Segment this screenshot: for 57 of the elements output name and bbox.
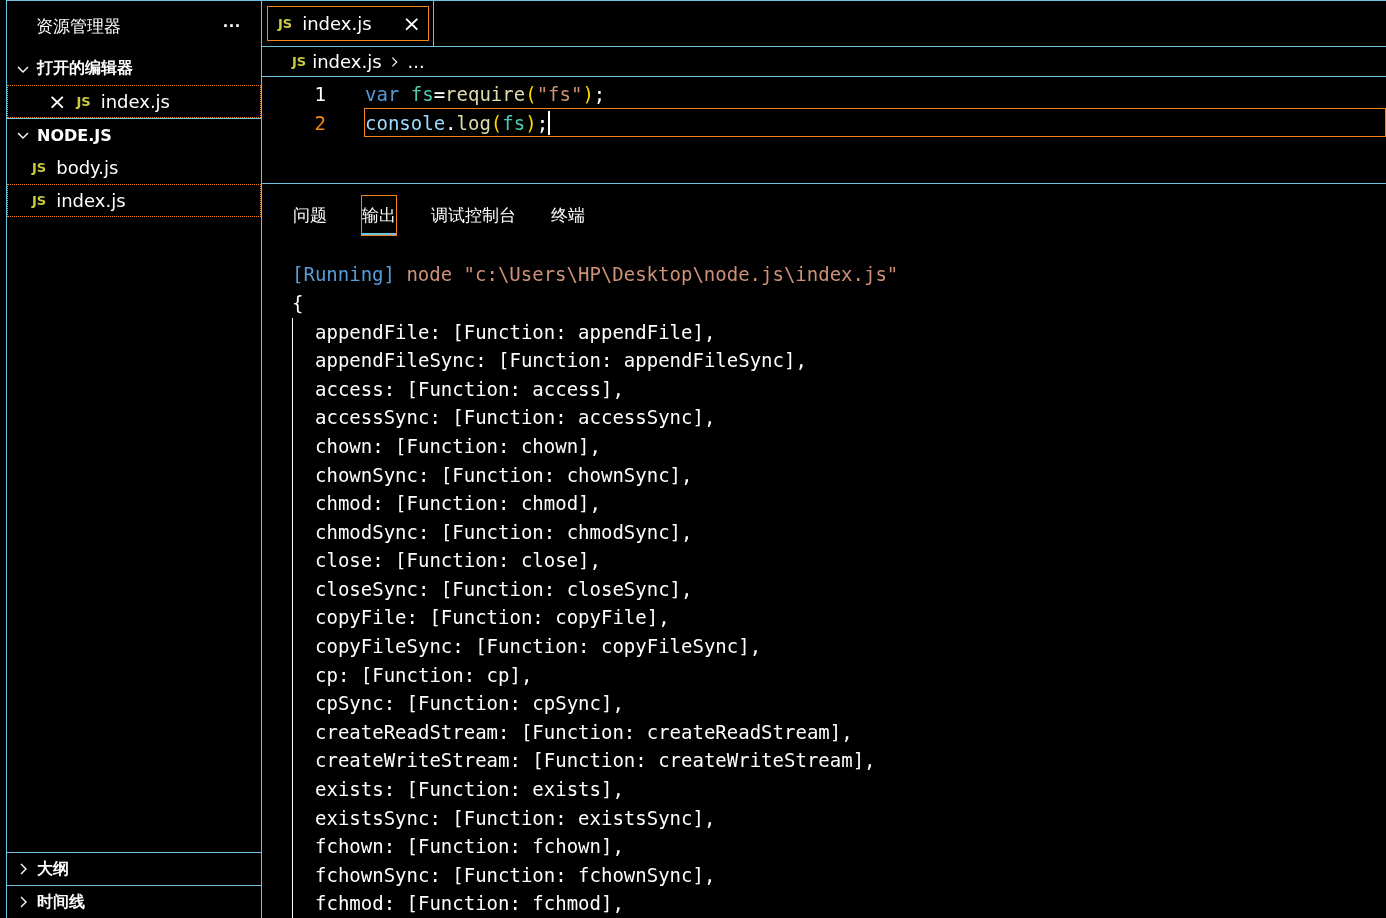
output-line: { — [292, 291, 304, 314]
output-line: closeSync: [Function: closeSync], — [315, 577, 693, 600]
js-label: JS — [32, 160, 47, 175]
output-line: chmod: [Function: chmod], — [315, 492, 601, 515]
output-line: exists: [Function: exists], — [315, 778, 624, 801]
output-line: close: [Function: close], — [315, 549, 601, 572]
file-item[interactable]: JS body.js — [7, 151, 261, 184]
output-line: chownSync: [Function: chownSync], — [315, 463, 693, 486]
output-line: cpSync: [Function: cpSync], — [315, 692, 624, 715]
output-line: [Running] node "c:\Users\HP\Desktop\node.js\index.js" — [292, 263, 899, 286]
line-number: 2 — [313, 111, 326, 134]
js-label: JS — [76, 94, 91, 109]
output-line: cp: [Function: cp], — [315, 663, 533, 686]
more-button[interactable]: ··· — [223, 16, 241, 37]
sidebar-title: 资源管理器 — [36, 15, 121, 38]
line-number: 1 — [313, 82, 326, 105]
panel-tab[interactable]: 调试控制台 — [430, 194, 517, 236]
breadcrumb-item[interactable]: index.js — [312, 51, 382, 73]
output-line: copyFileSync: [Function: copyFileSync], — [315, 635, 762, 658]
output-line: createWriteStream: [Function: createWriteStream], — [315, 749, 876, 772]
code-line: var fs=require("fs"); — [364, 81, 607, 107]
close-button[interactable]: × — [402, 12, 421, 35]
output-line: fchown: [Function: fchown], — [315, 835, 624, 858]
tab-label: index.js — [302, 13, 372, 34]
breadcrumb-item[interactable]: ... — [407, 51, 425, 73]
section-label: 打开的编辑器 — [37, 58, 133, 79]
section-header[interactable]: 时间线 — [7, 885, 261, 918]
file-name: index.js — [100, 91, 170, 112]
panel-tab[interactable]: 终端 — [550, 194, 586, 236]
output-line: appendFileSync: [Function: appendFileSync], — [315, 349, 807, 372]
output-line: createReadStream: [Function: createReadStream], — [315, 720, 853, 743]
output-line: fchmod: [Function: fchmod], — [315, 892, 624, 915]
output-line: fchownSync: [Function: fchownSync], — [315, 863, 716, 886]
section-header[interactable]: NODE.JS — [7, 118, 261, 151]
output-line: chmodSync: [Function: chmodSync], — [315, 520, 693, 543]
section-label: 大纲 — [37, 858, 69, 880]
close-button[interactable]: × — [48, 90, 67, 113]
js-label: JS — [32, 193, 47, 208]
output-line: chown: [Function: chown], — [315, 434, 601, 457]
panel-tab[interactable]: 问题 — [292, 194, 328, 236]
output-line: appendFile: [Function: appendFile], — [315, 320, 716, 343]
section-header[interactable]: 大纲 — [7, 852, 261, 885]
js-label: JS — [278, 16, 293, 31]
file-item[interactable]: × JS index.js — [7, 85, 261, 118]
file-item[interactable]: JS index.js — [7, 184, 261, 217]
output-line: accessSync: [Function: accessSync], — [315, 406, 716, 429]
editor-tab[interactable]: JS index.js × — [262, 1, 434, 47]
output-line: copyFile: [Function: copyFile], — [315, 606, 670, 629]
panel-tab[interactable]: 输出 — [361, 194, 397, 236]
section-label: NODE.JS — [37, 125, 112, 145]
file-name: body.js — [56, 157, 119, 178]
js-label: JS — [292, 54, 307, 70]
file-name: index.js — [56, 190, 126, 211]
section-label: 时间线 — [37, 891, 85, 913]
section-header[interactable]: 打开的编辑器 — [7, 52, 261, 85]
output-line: access: [Function: access], — [315, 377, 624, 400]
output-line: existsSync: [Function: existsSync], — [315, 806, 716, 829]
